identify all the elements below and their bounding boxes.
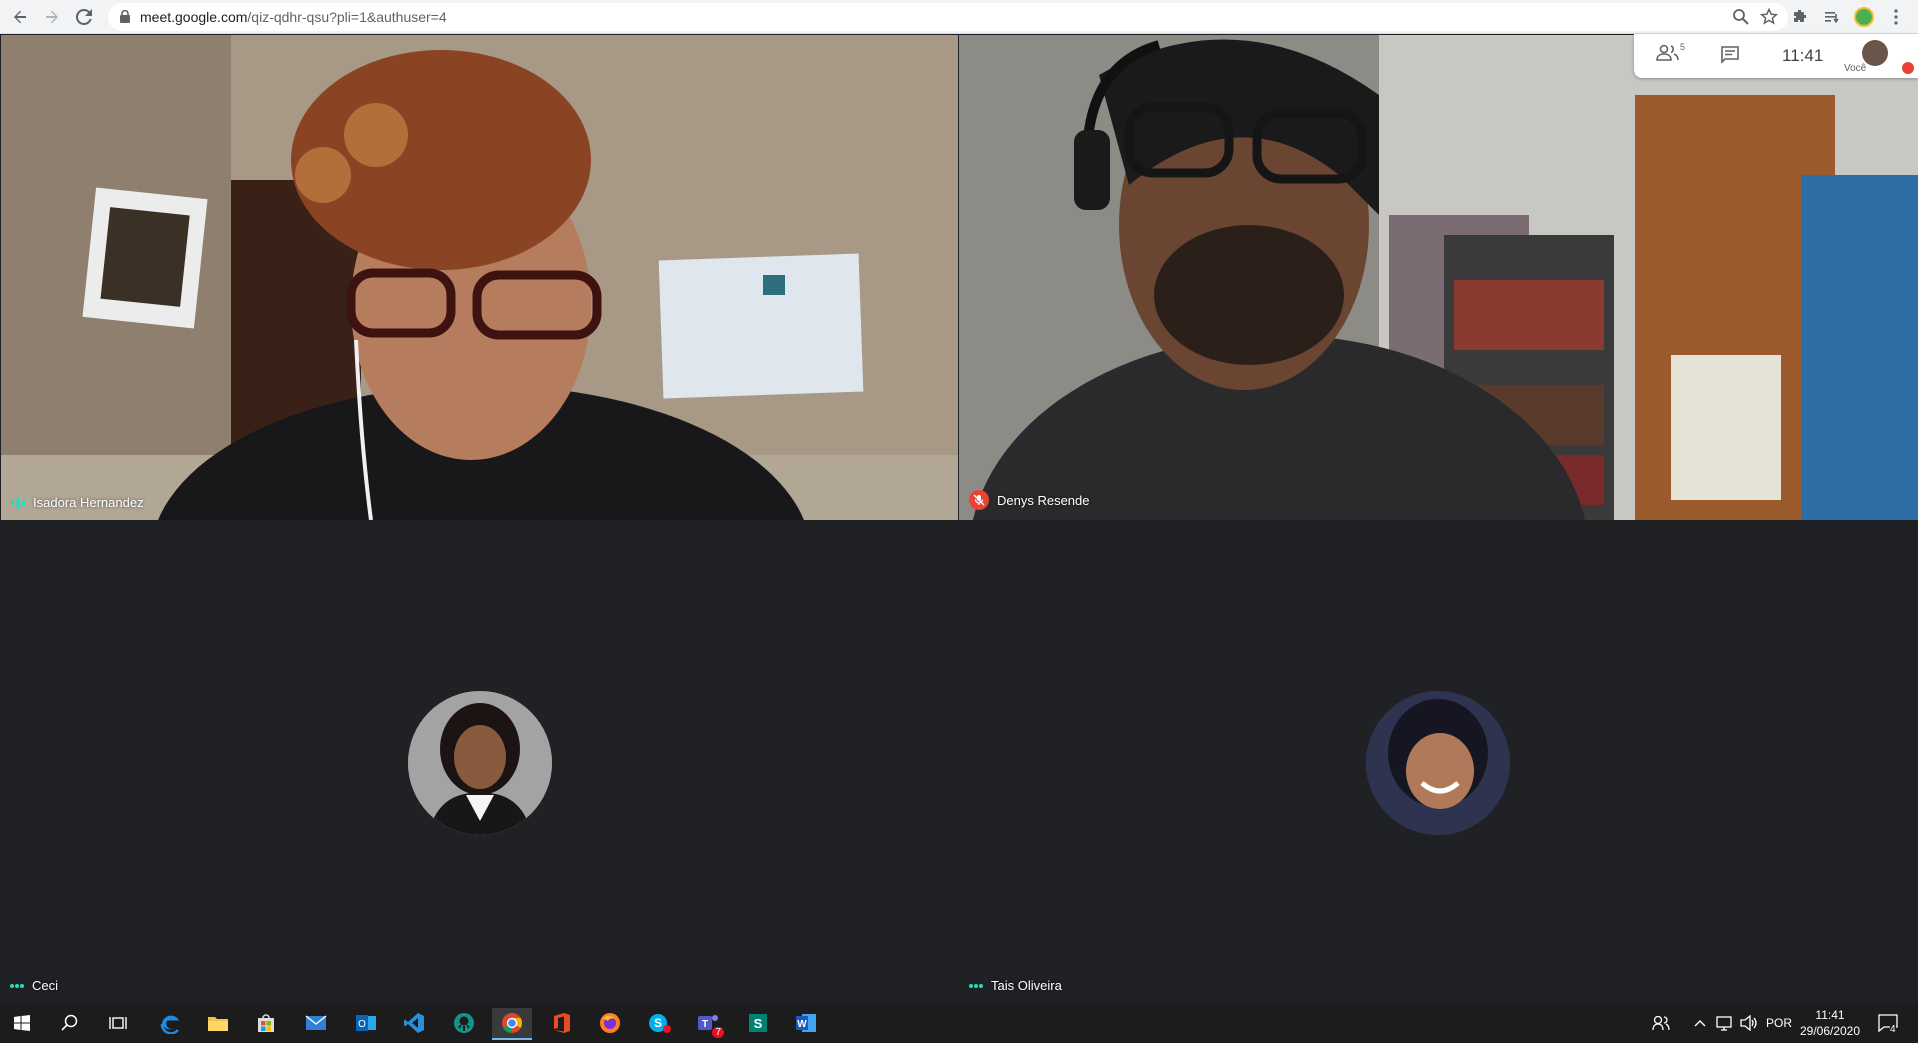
volume-icon[interactable] <box>1740 1003 1758 1043</box>
participant-name-tag: Denys Resende <box>969 490 1090 510</box>
chat-icon <box>1721 46 1739 64</box>
url-path: /qiz-qdhr-qsu?pli=1&authuser=4 <box>247 9 447 25</box>
address-bar[interactable]: meet.google.com/qiz-qdhr-qsu?pli=1&authu… <box>108 3 1788 31</box>
more-dots-icon <box>969 983 983 988</box>
participant-name-tag: Isadora Hernandez <box>11 495 144 510</box>
participant-name-tag: Tais Oliveira <box>969 978 1062 993</box>
mail-icon[interactable] <box>296 1008 336 1038</box>
mic-off-icon <box>969 490 989 510</box>
participant-video <box>959 35 1918 520</box>
participants-count: 5 <box>1680 42 1686 52</box>
office-icon[interactable] <box>542 1008 582 1038</box>
taskbar-time: 11:41 <box>1815 1008 1845 1022</box>
participant-name: Denys Resende <box>997 492 1090 508</box>
firefox-icon[interactable] <box>590 1008 630 1038</box>
file-explorer-icon[interactable] <box>198 1008 238 1038</box>
browser-toolbar: meet.google.com/qiz-qdhr-qsu?pli=1&authu… <box>0 0 1918 34</box>
svg-text:S: S <box>754 1016 763 1031</box>
back-arrow-icon[interactable] <box>8 5 32 29</box>
self-mic-off-icon <box>1902 62 1914 74</box>
skype-icon[interactable]: S <box>640 1008 680 1038</box>
language-indicator[interactable]: POR <box>1766 1003 1792 1043</box>
taskbar-date: 29/06/2020 <box>1799 1024 1861 1038</box>
participant-name: Isadora Hernandez <box>33 495 144 510</box>
windows-taskbar: O S T 7 S W POR 11:41 29/06/2020 4 <box>0 1003 1918 1043</box>
teams-badge: 7 <box>712 1027 724 1038</box>
self-label: Você <box>1844 63 1867 74</box>
participant-tile-denys[interactable]: Denys Resende <box>959 35 1918 520</box>
bookmark-star-icon[interactable] <box>1759 7 1779 31</box>
network-icon[interactable] <box>1716 1003 1734 1043</box>
reload-icon[interactable] <box>72 5 96 29</box>
svg-text:S: S <box>654 1016 662 1030</box>
edge-icon[interactable] <box>150 1008 190 1038</box>
participant-video <box>1 35 958 520</box>
chevron-up-icon[interactable] <box>1694 1003 1706 1043</box>
sway-icon[interactable]: S <box>738 1008 778 1038</box>
teams-icon[interactable]: T 7 <box>690 1008 730 1038</box>
notification-count: 4 <box>1890 1024 1896 1035</box>
forward-arrow-icon[interactable] <box>40 5 64 29</box>
meet-info-panel: 5 11:41 Você <box>1634 34 1918 78</box>
windows-start-icon[interactable] <box>2 1008 42 1038</box>
meeting-clock: 11:41 <box>1782 46 1824 65</box>
lock-icon <box>120 9 130 28</box>
profile-avatar-icon[interactable] <box>1852 5 1876 29</box>
search-icon[interactable] <box>50 1008 90 1038</box>
participant-name-tag: Ceci <box>10 978 58 993</box>
participant-avatar <box>408 691 552 835</box>
speaking-indicator-icon <box>11 496 25 509</box>
participant-tile-isadora[interactable]: Isadora Hernandez <box>1 35 958 520</box>
zoom-icon[interactable] <box>1732 8 1750 31</box>
participant-name: Ceci <box>32 978 59 993</box>
action-center-icon[interactable]: 4 <box>1878 1003 1898 1043</box>
participant-tile-ceci[interactable]: Ceci <box>0 520 958 1003</box>
url-host: meet.google.com <box>140 9 248 25</box>
people-icon <box>1656 44 1679 61</box>
svg-text:O: O <box>358 1019 366 1030</box>
store-icon[interactable] <box>246 1008 286 1038</box>
participants-button[interactable]: 5 <box>1656 42 1686 62</box>
people-tray-icon[interactable] <box>1652 1003 1670 1043</box>
browser-menu-icon[interactable] <box>1884 5 1908 29</box>
task-view-icon[interactable] <box>98 1008 138 1038</box>
participant-avatar <box>1366 691 1510 835</box>
reading-list-icon[interactable] <box>1820 5 1844 29</box>
svg-text:T: T <box>702 1019 708 1030</box>
participant-tile-tais[interactable]: Tais Oliveira <box>959 520 1918 1003</box>
gitkraken-icon[interactable] <box>444 1008 484 1038</box>
url-text: meet.google.com/qiz-qdhr-qsu?pli=1&authu… <box>140 9 447 25</box>
more-dots-icon <box>10 983 24 988</box>
participant-name: Tais Oliveira <box>991 978 1062 993</box>
chrome-icon[interactable] <box>492 1008 532 1040</box>
chat-button[interactable] <box>1720 46 1740 64</box>
svg-text:W: W <box>797 1019 807 1030</box>
word-icon[interactable]: W <box>786 1008 826 1038</box>
vscode-icon[interactable] <box>394 1008 434 1038</box>
extensions-puzzle-icon[interactable] <box>1788 5 1812 29</box>
taskbar-clock[interactable]: 11:41 29/06/2020 <box>1800 1003 1860 1043</box>
outlook-icon[interactable]: O <box>346 1008 386 1038</box>
